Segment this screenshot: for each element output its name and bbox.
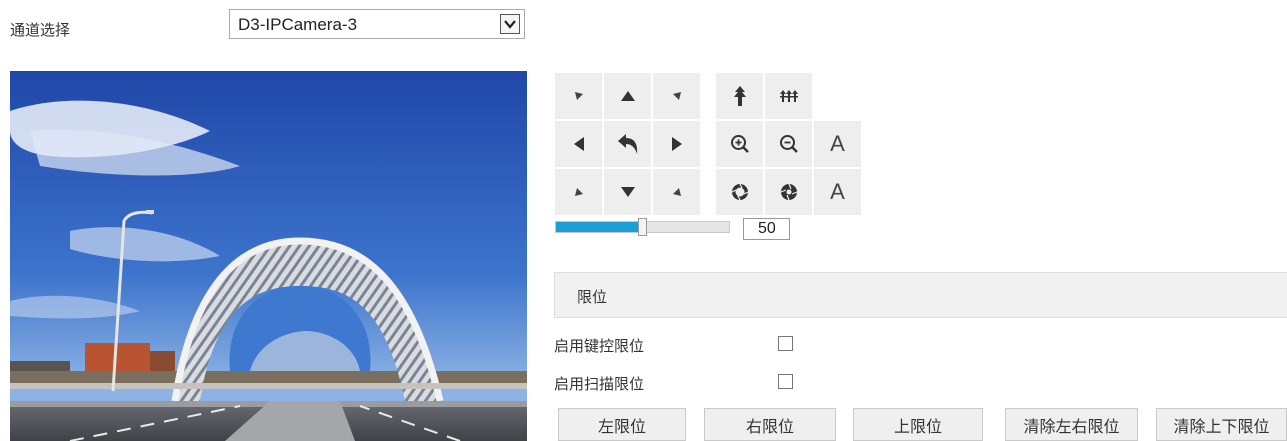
iris-close-button[interactable] [765,169,812,215]
zoom-in-icon [730,135,749,153]
up-limit-button[interactable]: 上限位 [853,408,983,441]
speed-slider-fill [556,222,640,232]
clear-vertical-limit-button[interactable]: 清除上下限位 [1156,408,1287,441]
iris-auto-button[interactable]: A [814,169,861,215]
ptz-return-button[interactable] [604,121,651,167]
clear-horizontal-limit-button[interactable]: 清除左右限位 [1005,408,1138,441]
chevron-down-icon[interactable] [500,14,520,34]
ptz-down-right-button[interactable] [653,169,700,215]
return-icon [617,134,637,154]
arrow-up-left-icon [574,92,583,100]
arrow-up-icon [620,91,635,101]
zoom-out-icon [779,135,798,153]
channel-select[interactable]: D3-IPCamera-3 [229,9,525,39]
right-limit-button[interactable]: 右限位 [704,408,836,441]
ptz-down-left-button[interactable] [555,169,602,215]
camera-scene-image [10,71,527,441]
key-limit-label: 启用键控限位 [554,337,645,355]
left-limit-button[interactable]: 左限位 [558,408,686,441]
channel-label: 通道选择 [10,21,71,39]
speed-slider-handle[interactable] [638,218,647,236]
zoom-in-button[interactable] [716,121,763,167]
ptz-up-button[interactable] [604,73,651,119]
video-preview[interactable] [10,71,527,441]
ptz-up-left-button[interactable] [555,73,602,119]
ptz-right-button[interactable] [653,121,700,167]
scan-limit-checkbox[interactable] [778,374,793,389]
zoom-auto-button[interactable]: A [814,121,861,167]
iris-open-button[interactable] [716,169,763,215]
focus-far-icon [779,90,798,102]
focus-near-icon [733,86,746,106]
key-limit-checkbox[interactable] [778,336,793,351]
arrow-left-icon [573,137,584,151]
arrow-right-icon [671,137,682,151]
speed-value: 50 [743,218,790,240]
arrow-down-right-icon [672,188,681,196]
focus-near-button[interactable] [716,73,763,119]
channel-select-value: D3-IPCamera-3 [238,15,358,34]
ptz-down-button[interactable] [604,169,651,215]
arrow-down-left-icon [574,188,583,196]
limit-section-header: 限位 [554,272,1287,318]
iris-close-icon [780,183,797,201]
ptz-up-right-button[interactable] [653,73,700,119]
arrow-up-right-icon [672,92,681,100]
zoom-out-button[interactable] [765,121,812,167]
limit-section-title: 限位 [577,288,608,306]
ptz-left-button[interactable] [555,121,602,167]
iris-open-icon [731,183,748,201]
arrow-down-icon [620,187,635,197]
scan-limit-label: 启用扫描限位 [554,375,645,393]
focus-far-button[interactable] [765,73,812,119]
speed-slider[interactable] [555,218,730,236]
